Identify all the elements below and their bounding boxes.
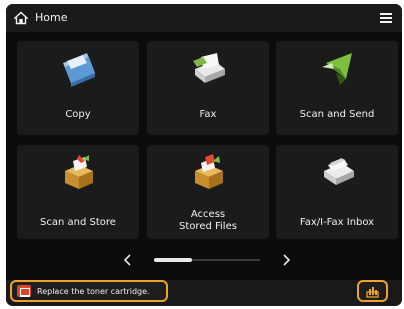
- control-panel-screen: Home Copy Fax Scan and Send Scan and Sto…: [6, 4, 402, 306]
- scan-and-store-icon: [65, 155, 93, 189]
- home-icon[interactable]: [14, 11, 28, 25]
- tile-label: Fax/I-Fax Inbox: [299, 217, 375, 228]
- tile-label: Scan and Store: [40, 217, 116, 228]
- page-title: Home: [35, 11, 68, 24]
- chevron-right-icon[interactable]: [279, 253, 293, 267]
- tile-label: Access: [190, 209, 226, 220]
- access-stored-files-icon: [195, 154, 223, 189]
- copy-tile[interactable]: Copy: [17, 41, 139, 135]
- tile-label: Fax: [199, 109, 217, 120]
- top-bar: Home: [6, 4, 402, 32]
- page-indicator-thumb: [154, 258, 192, 262]
- status-monitor-button[interactable]: [357, 280, 388, 302]
- status-monitor-icon: [366, 287, 379, 298]
- status-message: Replace the toner cartridge.: [37, 287, 150, 296]
- toner-alert-icon: [17, 285, 31, 297]
- status-message-button[interactable]: Replace the toner cartridge.: [10, 280, 168, 302]
- menu-button[interactable]: [375, 7, 397, 29]
- scan-and-send-tile[interactable]: Scan and Send: [276, 41, 398, 135]
- chevron-left-icon[interactable]: [121, 253, 135, 267]
- tile-label: Stored Files: [179, 221, 237, 232]
- copy-icon: [63, 53, 95, 87]
- fax-inbox-tile[interactable]: Fax/I-Fax Inbox: [276, 145, 398, 239]
- tile-label: Scan and Send: [299, 109, 375, 120]
- scan-and-store-tile[interactable]: Scan and Store: [17, 145, 139, 239]
- hamburger-menu-icon: [380, 13, 392, 15]
- tile-label: Copy: [65, 109, 91, 120]
- scan-and-send-icon: [322, 53, 352, 85]
- fax-icon: [193, 53, 225, 83]
- access-stored-files-tile[interactable]: Access Stored Files: [147, 145, 269, 239]
- fax-tile[interactable]: Fax: [147, 41, 269, 135]
- page-indicator: [154, 258, 260, 262]
- fax-inbox-icon: [324, 158, 354, 185]
